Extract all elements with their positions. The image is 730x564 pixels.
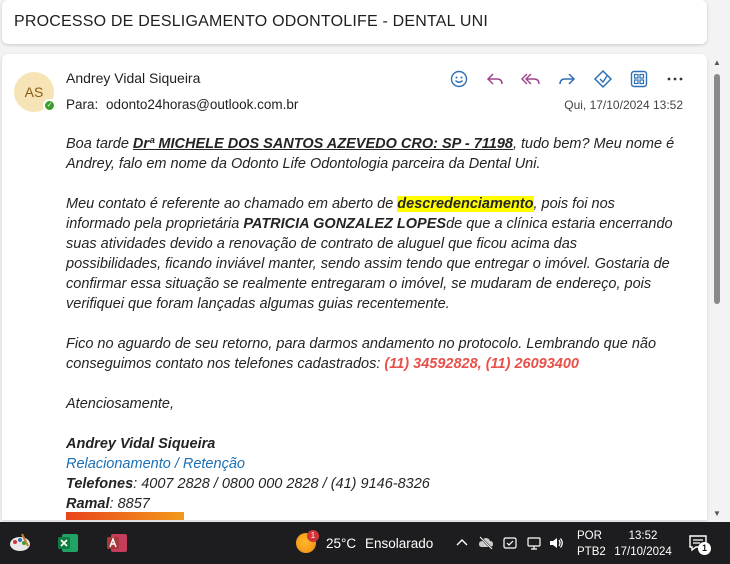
reply-icon[interactable]: [482, 66, 508, 92]
registered-phones: (11) 34592828, (11) 26093400: [384, 356, 579, 372]
weather-condition[interactable]: Ensolarado: [365, 536, 433, 551]
owner-name: PATRICIA GONZALEZ LOPES: [243, 216, 447, 232]
weather-temperature[interactable]: 25°C: [326, 536, 356, 551]
signature-phones: : 4007 2828 / 0800 000 2828 / (41) 9146-…: [133, 476, 430, 492]
clock-time: 13:52: [628, 530, 658, 542]
reply-all-icon[interactable]: [518, 66, 544, 92]
closing: Atenciosamente,: [66, 396, 175, 412]
avatar-initials: AS: [24, 84, 44, 100]
taskbar: 1 25°C Ensolarado POR PTB2 13:52 17/10/2…: [0, 522, 730, 564]
reason-paragraph: Meu contato é referente ao chamado em ab…: [66, 194, 676, 314]
highlighted-term: descredenciamento: [397, 196, 534, 212]
tag-icon[interactable]: [590, 66, 616, 92]
signature-phones-label: Telefones: [66, 476, 134, 492]
clock-date: 17/10/2024: [614, 546, 672, 558]
cloud-offline-icon[interactable]: [476, 532, 496, 554]
signature-banner: [66, 512, 184, 520]
recipient-row: Para: odonto24horas@outlook.com.br: [66, 97, 298, 112]
apps-icon[interactable]: [626, 66, 652, 92]
language-code: POR: [577, 530, 602, 542]
message-date: Qui, 17/10/2024 13:52: [564, 98, 683, 112]
signature-block: Andrey Vidal Siqueira Relacionamento / R…: [66, 434, 676, 514]
network-icon[interactable]: [524, 532, 544, 554]
paint-icon[interactable]: [4, 528, 36, 558]
recipient-dentist-name: Drª MICHELE DOS SANTOS AZEVEDO CRO: SP -…: [132, 136, 513, 152]
security-icon[interactable]: [500, 532, 520, 554]
sender-name[interactable]: Andrey Vidal Siqueira: [66, 70, 200, 86]
signature-ext-label: Ramal: [66, 496, 110, 512]
signature-name: Andrey Vidal Siqueira: [66, 436, 216, 452]
excel-icon[interactable]: [52, 528, 84, 558]
forward-icon[interactable]: [554, 66, 580, 92]
scroll-thumb[interactable]: [714, 74, 720, 304]
reason-text-a: Meu contato é referente ao chamado em ab…: [66, 196, 398, 212]
email-subject: PROCESSO DE DESLIGAMENTO ODONTOLIFE - DE…: [14, 13, 488, 30]
greeting-text: Boa tarde: [66, 136, 133, 152]
message-body: Boa tarde Drª MICHELE DOS SANTOS AZEVEDO…: [66, 134, 676, 514]
chevron-up-icon[interactable]: [452, 532, 472, 554]
scroll-up-icon[interactable]: ▲: [713, 58, 721, 67]
keyboard-layout: PTB2: [577, 546, 606, 558]
greeting-paragraph: Boa tarde Drª MICHELE DOS SANTOS AZEVEDO…: [66, 134, 676, 174]
notification-count: 1: [698, 542, 711, 555]
message-pane: AS ✓ Andrey Vidal Siqueira Para: odonto2…: [2, 54, 707, 520]
system-clock[interactable]: 13:52 17/10/2024: [612, 528, 674, 560]
presence-available-icon: ✓: [43, 99, 56, 112]
to-label: Para:: [66, 97, 99, 112]
volume-icon[interactable]: [546, 532, 566, 554]
emoji-icon[interactable]: [446, 66, 472, 92]
signature-ext: : 8857: [109, 496, 150, 512]
vertical-scrollbar[interactable]: ▲ ▼: [711, 54, 723, 520]
followup-paragraph: Fico no aguardo de seu retorno, para dar…: [66, 334, 676, 374]
weather-badge: 1: [307, 530, 319, 542]
signature-role: Relacionamento / Retenção: [66, 456, 245, 472]
subject-header: PROCESSO DE DESLIGAMENTO ODONTOLIFE - DE…: [2, 0, 707, 44]
sender-avatar[interactable]: AS ✓: [14, 72, 56, 112]
more-icon[interactable]: [662, 66, 688, 92]
recipient-address[interactable]: odonto24horas@outlook.com.br: [106, 97, 298, 112]
access-icon[interactable]: [101, 528, 133, 558]
scroll-down-icon[interactable]: ▼: [713, 509, 721, 518]
input-language[interactable]: POR PTB2: [577, 528, 606, 560]
